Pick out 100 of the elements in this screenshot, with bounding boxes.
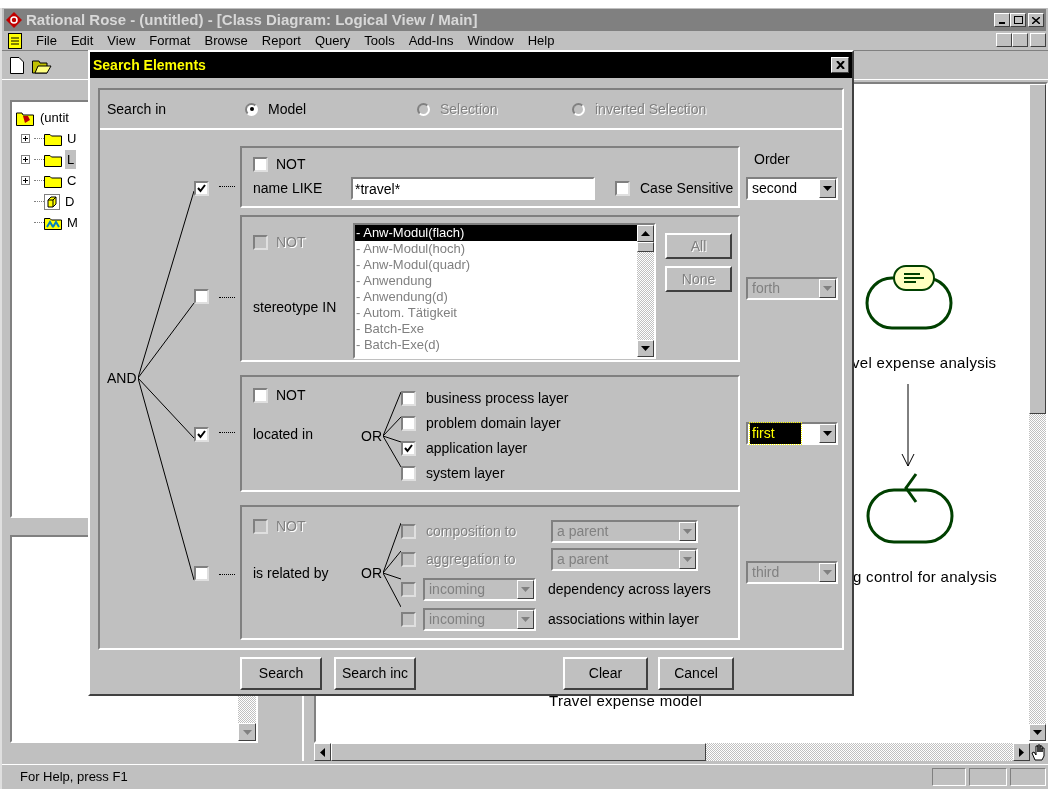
properties-folder-icon [44,215,62,230]
layer-checkbox[interactable] [401,416,416,431]
maximize-icon [1013,16,1023,24]
not-checkbox[interactable] [253,387,268,403]
order-dropdown[interactable]: first [746,422,838,445]
minimize-button[interactable] [994,13,1010,27]
or-label: OR [361,563,382,583]
package-label: Travel expense model [549,691,703,711]
leader-line [219,574,235,575]
tree-item[interactable]: (untit [40,108,69,128]
case-sensitive-label: Case Sensitive [640,179,734,198]
relation-label: composition to [426,521,518,541]
minimize-icon [999,22,1005,24]
layer-label: application layer [426,439,528,458]
or-label: OR [361,426,382,446]
not-label: NOT [276,154,306,174]
layer-label: system layer [426,464,505,483]
menu-item[interactable]: Browse [204,30,248,51]
status-text: For Help, press F1 [20,768,129,787]
relation-label: dependency across layers [548,579,711,599]
dialog-button[interactable]: Clear [563,657,648,690]
leader-line [219,186,235,187]
model-icon [16,110,34,126]
radio-button[interactable]: Model [245,98,417,120]
menu-item[interactable]: File [36,30,57,51]
not-checkbox[interactable] [253,156,268,172]
scroll-up-icon [641,231,650,236]
scroll-down-icon [641,346,650,351]
app-icon [6,12,22,28]
close-icon [835,61,845,69]
menu-item[interactable]: Tools [364,30,395,51]
menu-item[interactable]: View [107,30,136,51]
status-pane [969,768,1007,786]
class-label: g control for analysis [853,567,998,587]
not-label: NOT [276,232,306,252]
layer-checkbox[interactable] [401,441,416,456]
menu-item[interactable]: Edit [70,30,94,51]
order-label: Order [754,150,790,169]
dialog-title: Search Elements [93,55,206,75]
scroll-thumb[interactable] [1029,84,1046,414]
layer-label: business process layer [426,389,569,408]
tree-item[interactable]: D [63,191,77,212]
not-label: NOT [276,385,306,405]
new-file-icon[interactable] [10,56,24,74]
menu-item[interactable]: Format [149,30,191,51]
layer-checkbox[interactable] [401,391,416,406]
menu-item[interactable]: Window [467,30,514,51]
relation-label: aggregation to [426,549,517,569]
close-icon [1032,16,1040,24]
search-in-label: Search in [106,99,168,119]
expand-icon[interactable] [20,176,30,185]
scroll-left-icon [320,747,325,757]
dialog-button[interactable]: Search inc [334,657,416,690]
dialog-button[interactable]: Cancel [658,657,734,690]
tree-item[interactable]: M [65,212,80,233]
criterion-label: name LIKE [253,179,324,198]
folder-icon [44,131,62,146]
criterion-checkbox[interactable] [194,181,209,196]
close-button[interactable] [1030,33,1046,47]
menu-item[interactable]: Help [527,30,555,51]
close-button[interactable] [831,57,849,73]
close-button[interactable] [1028,13,1044,27]
menu-item[interactable]: Add-Ins [408,30,454,51]
name-pattern-field[interactable]: *travel* [351,177,595,200]
order-dropdown[interactable]: second [746,176,838,200]
leader-line [219,297,235,298]
layer-checkbox[interactable] [401,466,416,481]
control-class-icon [866,472,954,544]
window-title: Rational Rose - (untitled) - [Class Diagram: Logical View / Main] [26,9,479,30]
dialog-button[interactable]: Search [240,657,322,690]
tree-item[interactable]: U [65,128,79,149]
vertical-scrollbar[interactable] [1029,84,1046,741]
criterion-label: stereotype IN [253,298,338,317]
folder-icon [44,173,62,188]
hand-icon[interactable] [1030,743,1048,761]
case-sensitive-checkbox[interactable] [615,181,630,196]
not-label: NOT [276,516,306,536]
layer-label: problem domain layer [426,414,561,433]
leader-line [219,432,235,433]
minimize-button[interactable] [996,33,1012,47]
relation-label: associations within layer [548,609,699,629]
expand-icon[interactable] [20,134,30,143]
restore-button[interactable] [1012,33,1028,47]
menu-item[interactable]: Report [261,30,301,51]
criterion-label: located in [253,425,314,444]
status-pane [1010,768,1046,786]
menu-item[interactable]: Query [314,30,351,51]
scroll-right-icon [1019,747,1024,757]
horizontal-scrollbar[interactable] [314,743,1030,761]
maximize-button[interactable] [1010,13,1026,27]
and-label: AND [107,369,137,388]
scroll-thumb[interactable] [331,743,706,761]
tree-item[interactable]: C [65,170,79,191]
criterion-label: is related by [253,564,330,583]
expand-icon[interactable] [20,155,30,164]
tree-item[interactable]: L [65,149,77,170]
scroll-down-icon [1033,730,1042,735]
status-pane [932,768,966,786]
criterion-checkbox[interactable] [194,427,209,442]
document-icon [8,32,22,49]
